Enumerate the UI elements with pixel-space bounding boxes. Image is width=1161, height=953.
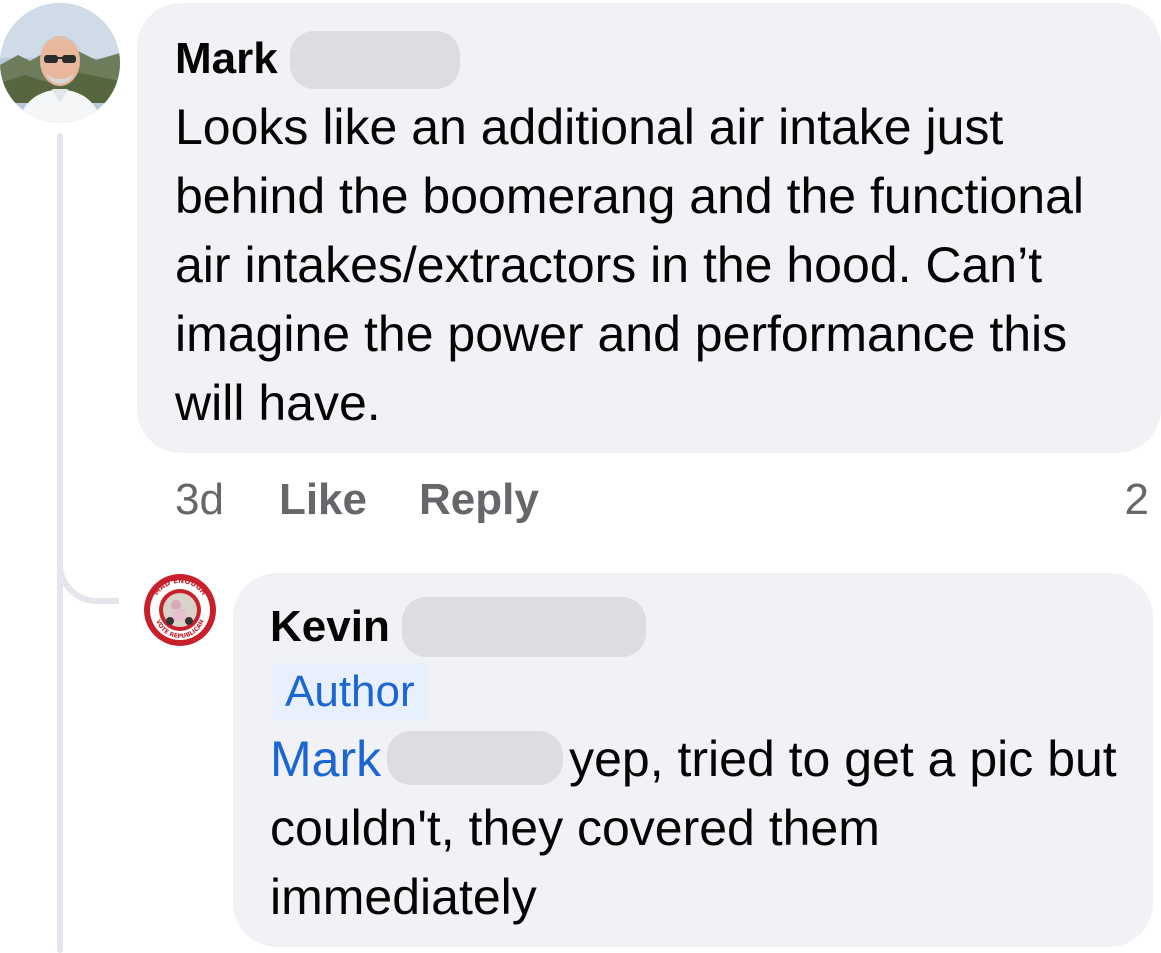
comment-actions: 3d Like Reply 2 — [175, 470, 1161, 530]
reply-connector — [57, 540, 119, 604]
like-button[interactable]: Like — [279, 470, 367, 530]
reply-author-name[interactable]: Kevin — [270, 595, 390, 659]
profile-photo — [0, 3, 120, 123]
comment-timestamp[interactable]: 3d — [175, 470, 224, 530]
reply-bubble: Kevin Author Mark yep, tried to get a pic… — [233, 573, 1153, 947]
avatar[interactable] — [0, 3, 120, 123]
reply-header: Kevin — [270, 595, 1153, 659]
reaction-count[interactable]: 2 — [1125, 470, 1149, 530]
redacted-mention-surname — [387, 731, 564, 785]
comment-bubble: Mark Looks like an additional air intake… — [137, 3, 1161, 453]
redacted-surname — [401, 597, 646, 657]
reply-avatar[interactable]: MAD ENOUGH VOTE REPUBLICAN — [143, 573, 217, 647]
author-badge-row: Author — [270, 659, 1153, 725]
redacted-surname — [289, 31, 460, 89]
badge-logo-icon: MAD ENOUGH VOTE REPUBLICAN — [144, 574, 216, 646]
author-badge: Author — [273, 663, 427, 721]
reply-text-line1: yep, tried to get a pic — [569, 731, 1034, 787]
reply-button[interactable]: Reply — [419, 470, 539, 530]
mention-link[interactable]: Mark — [270, 731, 381, 787]
comment-author-name[interactable]: Mark — [175, 27, 278, 91]
comment-text: Looks like an additional air intake just… — [175, 99, 1085, 431]
reply-text: Mark yep, tried to get a pic but couldn't… — [270, 725, 1130, 932]
comment-header: Mark — [175, 27, 1161, 93]
